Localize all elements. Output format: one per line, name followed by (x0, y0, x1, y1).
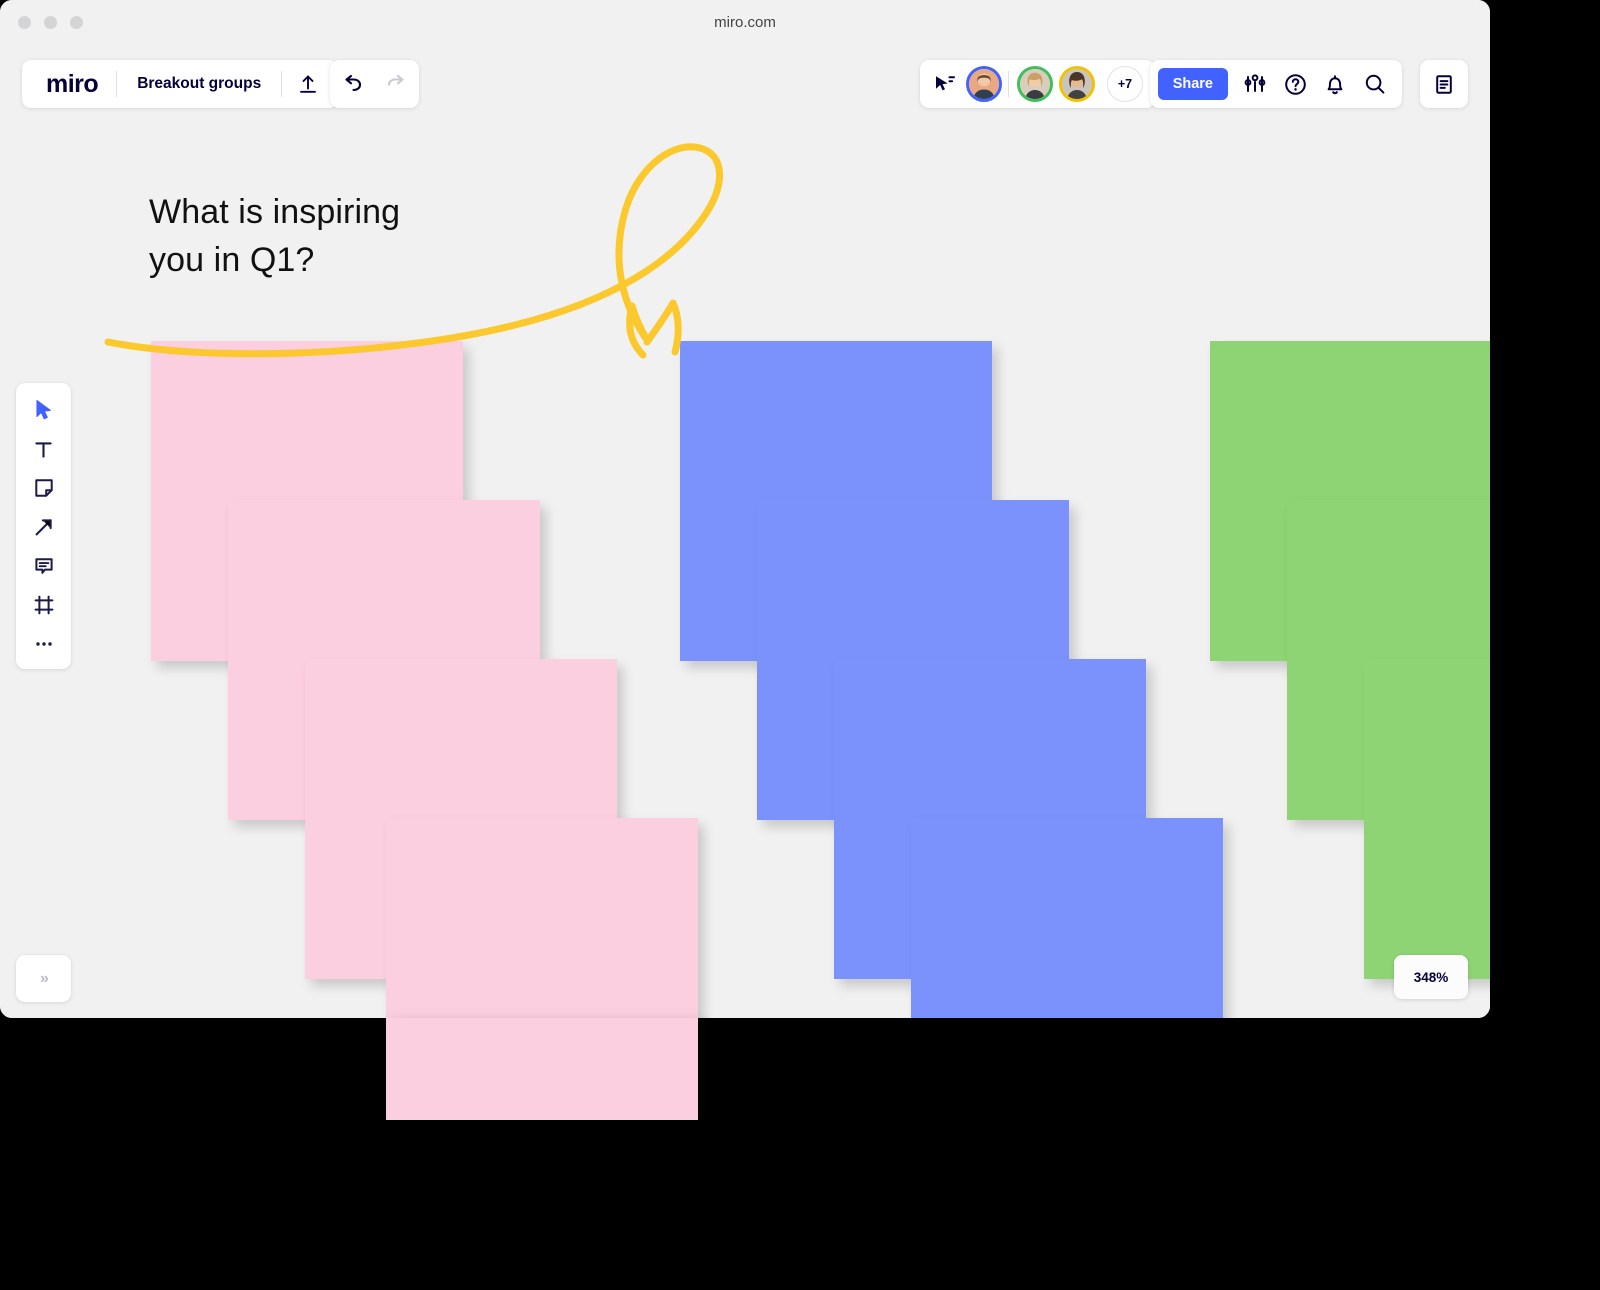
ellipsis-icon (35, 642, 52, 646)
board-canvas[interactable]: What is inspiring you in Q1? miro Breako… (0, 45, 1490, 1018)
avatar-image (969, 69, 999, 99)
actions-group: Share (1149, 60, 1402, 108)
cursor-share-icon (936, 76, 955, 91)
sliders-icon (1244, 74, 1266, 92)
document-panel-icon (1436, 74, 1452, 94)
undo-icon (345, 75, 362, 92)
sticky-note[interactable] (386, 818, 698, 1018)
select-tool[interactable] (24, 393, 64, 427)
board-name[interactable]: Breakout groups (117, 75, 281, 93)
search-icon (1365, 74, 1385, 94)
redo-button[interactable] (377, 60, 417, 108)
sticky-note[interactable] (1364, 659, 1490, 979)
bell-icon (1327, 74, 1343, 94)
search-button[interactable] (1356, 64, 1394, 104)
more-tools-button[interactable] (24, 627, 64, 661)
avatar-image (1062, 69, 1092, 99)
collapse-panel-button[interactable]: » (16, 955, 71, 1002)
frame-icon (34, 595, 53, 615)
settings-button[interactable] (1236, 64, 1274, 104)
avatar[interactable] (1059, 66, 1095, 102)
avatar[interactable] (966, 66, 1002, 102)
cursor-share-button[interactable] (930, 64, 960, 104)
sticky-note[interactable] (911, 818, 1223, 1018)
cursor-arrow-icon (36, 400, 51, 420)
comment-tool[interactable] (24, 549, 64, 583)
avatar-image (1020, 69, 1050, 99)
miro-logo[interactable]: miro (26, 70, 116, 99)
history-group (330, 60, 419, 108)
redo-icon (387, 75, 404, 86)
collaborators-group: +7 (920, 60, 1155, 108)
comment-bubble-icon (34, 558, 53, 574)
question-circle-icon (1284, 73, 1306, 95)
text-tool[interactable] (24, 432, 64, 466)
text-t-icon (35, 441, 52, 458)
notifications-button[interactable] (1316, 64, 1354, 104)
left-tool-rail (16, 383, 71, 669)
browser-window: miro.com What is inspiring you in Q1? mi… (0, 0, 1490, 1018)
connector-tool[interactable] (24, 510, 64, 544)
arrow-diagonal-icon (35, 519, 52, 536)
url-label: miro.com (714, 14, 776, 31)
upload-button[interactable] (282, 60, 334, 108)
undo-button[interactable] (332, 60, 372, 108)
share-button[interactable]: Share (1157, 68, 1228, 100)
top-toolbar: miro Breakout groups +7 Share (0, 45, 1490, 123)
sticky-note-tool[interactable] (24, 471, 64, 505)
upload-icon (300, 75, 317, 93)
browser-titlebar: miro.com (0, 0, 1490, 46)
help-button[interactable] (1276, 64, 1314, 104)
avatar[interactable] (1017, 66, 1053, 102)
brand-group: miro Breakout groups (22, 60, 339, 108)
frame-tool[interactable] (24, 588, 64, 622)
notes-panel-button[interactable] (1420, 60, 1468, 108)
zoom-level-indicator[interactable]: 348% (1394, 955, 1468, 999)
sticky-note-icon (34, 479, 53, 497)
board-heading-text: What is inspiring you in Q1? (149, 193, 401, 279)
divider (1008, 71, 1009, 97)
collaborators-overflow-badge[interactable]: +7 (1107, 66, 1143, 102)
sticky-note-overflow[interactable] (386, 1018, 698, 1120)
